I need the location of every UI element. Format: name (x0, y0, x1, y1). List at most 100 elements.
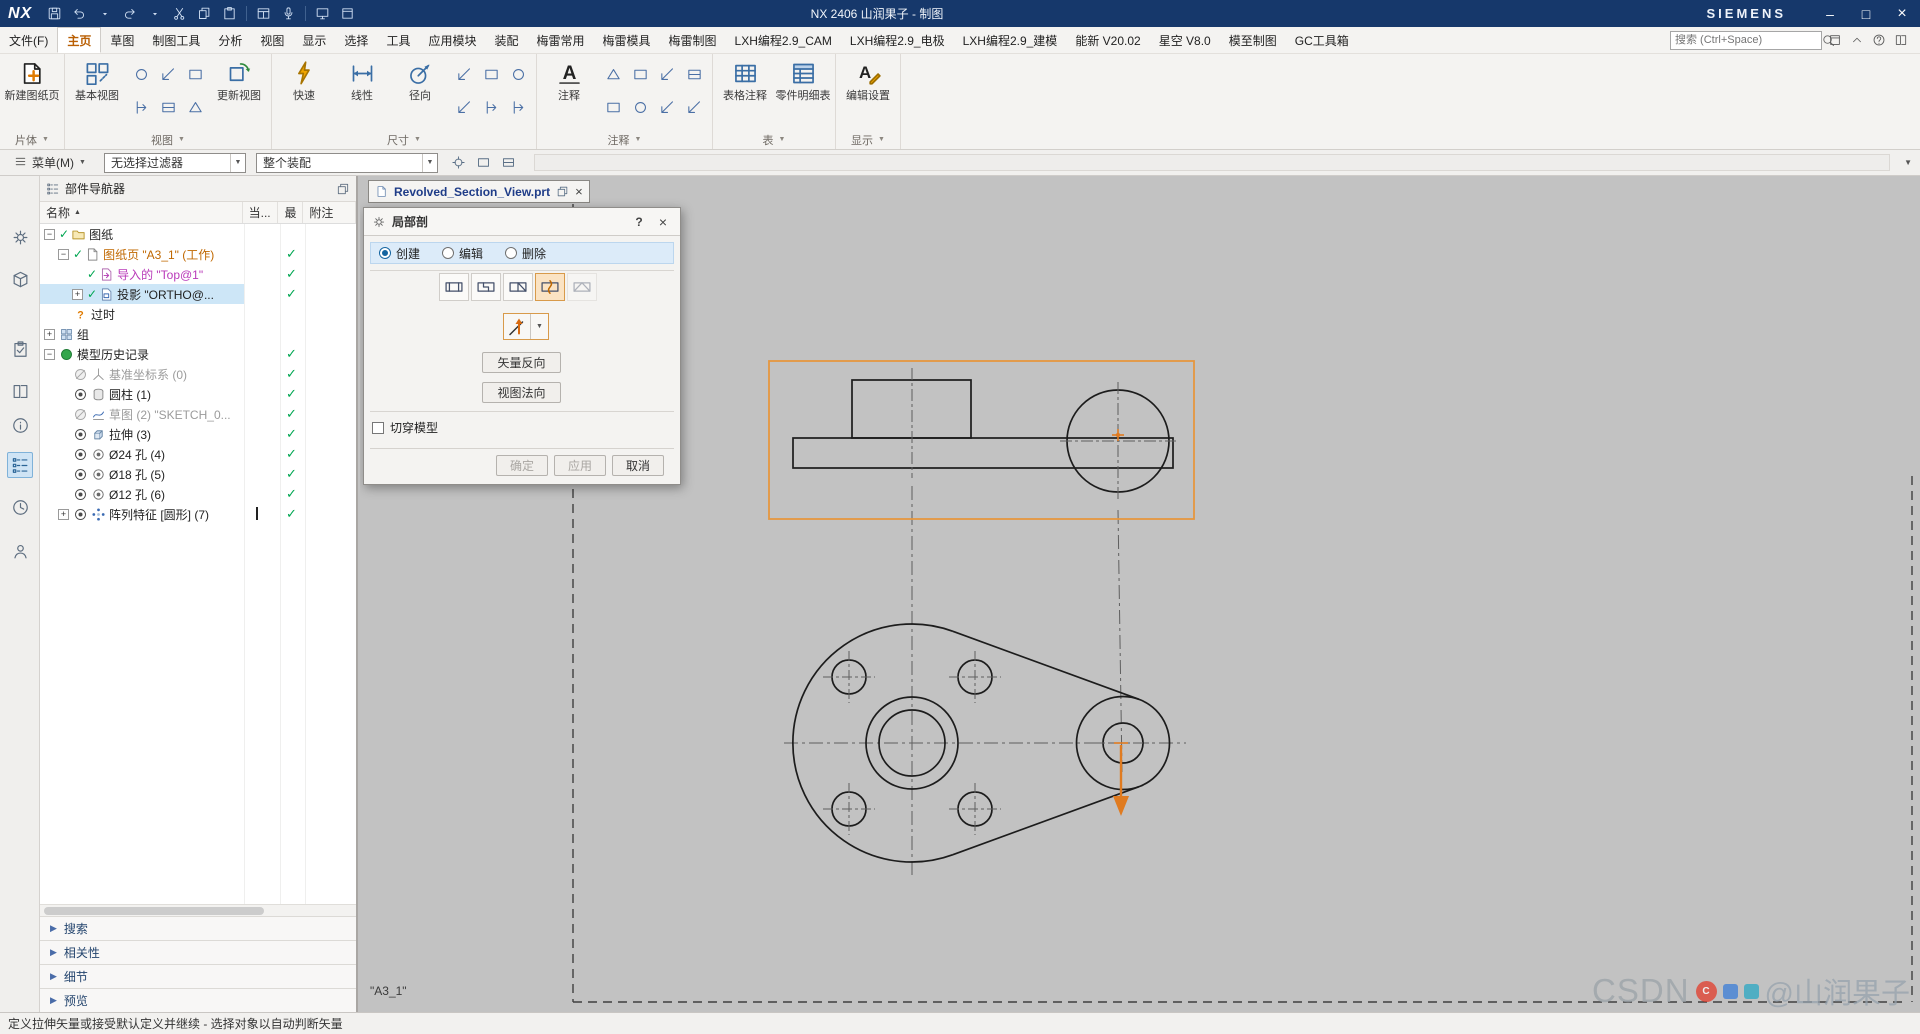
monitor-icon[interactable] (310, 3, 335, 25)
expander-minus[interactable]: − (44, 228, 55, 240)
layout-icon[interactable] (1824, 30, 1846, 50)
constraint-navigator-icon[interactable] (7, 336, 33, 362)
tab-视图[interactable]: 视图 (251, 27, 293, 53)
radio-创建[interactable]: 创建 (379, 245, 420, 262)
image-icon[interactable] (681, 92, 707, 122)
help-icon[interactable] (1868, 30, 1890, 50)
reverse-vector-button[interactable]: 矢量反向 (482, 352, 561, 373)
tab-显示[interactable]: 显示 (293, 27, 335, 53)
paste-icon[interactable] (217, 3, 242, 25)
hole-dim-icon[interactable] (505, 59, 531, 89)
dialog-titlebar[interactable]: 局部剖 ? × (364, 208, 680, 236)
tab-能新 V20.02[interactable]: 能新 V20.02 (1066, 27, 1149, 53)
tab-梅雷制图[interactable]: 梅雷制图 (660, 27, 726, 53)
section-line-icon[interactable] (439, 273, 469, 301)
tree-row[interactable]: − ✓ 图纸 (40, 224, 356, 244)
chamfer-dim-icon[interactable] (451, 92, 477, 122)
pair-icon[interactable] (498, 153, 520, 173)
expander-plus[interactable]: + (58, 508, 69, 520)
tree-row[interactable]: − 模型历史记录 ✓ (40, 344, 356, 364)
tab-制图工具[interactable]: 制图工具 (143, 27, 209, 53)
undock-panel-icon[interactable] (336, 182, 350, 196)
section-细节[interactable]: ▶ 细节 (40, 964, 356, 988)
tree-row[interactable]: 草图 (2) "SKETCH_0... ✓ (40, 404, 356, 424)
break-view-icon[interactable] (155, 92, 181, 122)
section-预览[interactable]: ▶ 预览 (40, 988, 356, 1012)
expander-plus[interactable]: + (72, 288, 83, 300)
weld-symbol-icon[interactable] (654, 59, 680, 89)
work-layer-icon[interactable] (473, 153, 495, 173)
radio-编辑[interactable]: 编辑 (442, 245, 483, 262)
selection-filter-dropdown[interactable]: 无选择过滤器 ▼ (103, 152, 246, 173)
ordinate-dim-icon[interactable] (478, 92, 504, 122)
radio-删除[interactable]: 删除 (505, 245, 546, 262)
cut-icon[interactable] (167, 3, 192, 25)
datum-feature-icon[interactable] (600, 92, 626, 122)
section-view-icon[interactable] (128, 92, 154, 122)
menu-button[interactable]: 菜单(M) ▼ (6, 152, 94, 174)
tab-选择[interactable]: 选择 (335, 27, 377, 53)
roles-icon[interactable] (7, 538, 33, 564)
tree-row[interactable]: Ø24 孔 (4) ✓ (40, 444, 356, 464)
save-icon[interactable] (42, 3, 67, 25)
window-menu-icon[interactable] (251, 3, 276, 25)
tree-row[interactable]: − ✓ 图纸页 "A3_1" (工作) ✓ (40, 244, 356, 264)
search-input[interactable] (1671, 34, 1821, 46)
history-icon[interactable] (7, 494, 33, 520)
redo-caret-icon[interactable] (142, 3, 167, 25)
tree-row[interactable]: 圆柱 (1) ✓ (40, 384, 356, 404)
tab-主页[interactable]: 主页 (57, 27, 102, 53)
scrollbar-thumb[interactable] (44, 907, 264, 915)
graphics-window[interactable]: Revolved_Section_View.prt × 局部剖 ? × 创建 编辑… (360, 176, 1920, 1012)
baseline-dim-icon[interactable] (505, 92, 531, 122)
boss-profile[interactable] (851, 379, 972, 439)
ribbon-button-线性[interactable]: 线性 (333, 55, 391, 129)
document-tab[interactable]: Revolved_Section_View.prt × (368, 180, 590, 203)
balloon-icon[interactable] (627, 59, 653, 89)
tab-LXH编程2.9_CAM[interactable]: LXH编程2.9_CAM (726, 27, 841, 53)
stepped-section-icon[interactable] (471, 273, 501, 301)
projected-view-icon[interactable] (128, 59, 154, 89)
column-header-最[interactable]: 最 (278, 202, 304, 223)
breakout-section-icon[interactable] (535, 273, 565, 301)
tab-草图[interactable]: 草图 (101, 27, 143, 53)
part-navigator-icon[interactable] (7, 452, 33, 478)
tab-装配[interactable]: 装配 (485, 27, 527, 53)
tree-row[interactable]: + ✓ 投影 "ORTHO@... ✓ (40, 284, 356, 304)
ribbon-button-注释[interactable]: A 注释 (540, 55, 598, 129)
cancel-button[interactable]: 取消 (612, 455, 664, 476)
tab-GC工具箱[interactable]: GC工具箱 (1286, 27, 1358, 53)
toolbar-options-caret[interactable]: ▼ (1904, 158, 1912, 167)
minimize-icon[interactable]: – (1812, 0, 1848, 27)
ribbon-group-label-显示[interactable]: 显示 ▼ (839, 130, 897, 149)
tab-分析[interactable]: 分析 (209, 27, 251, 53)
crosshatch-icon[interactable] (681, 59, 707, 89)
tab-LXH编程2.9_电极[interactable]: LXH编程2.9_电极 (841, 27, 954, 53)
tree-row[interactable]: 拉伸 (3) ✓ (40, 424, 356, 444)
undo-icon[interactable] (67, 3, 92, 25)
close-icon[interactable]: × (1884, 0, 1920, 27)
tree-row[interactable]: Ø12 孔 (6) ✓ (40, 484, 356, 504)
tree-row[interactable]: + 阵列特征 [圆形] (7) ✓ (40, 504, 356, 524)
section-搜索[interactable]: ▶ 搜索 (40, 916, 356, 940)
tab-LXH编程2.9_建模[interactable]: LXH编程2.9_建模 (954, 27, 1067, 53)
ribbon-button-新建图纸页[interactable]: 新建图纸页 (3, 55, 61, 129)
selection-scope-dropdown[interactable]: 整个装配 ▼ (255, 152, 438, 173)
settings-gear-icon[interactable] (7, 224, 33, 250)
collapse-ribbon-icon[interactable] (1846, 30, 1868, 50)
ribbon-group-label-表[interactable]: 表 ▼ (716, 130, 832, 149)
feature-control-frame-icon[interactable] (600, 59, 626, 89)
tree-row[interactable]: + 组 (40, 324, 356, 344)
top-view[interactable] (768, 360, 1195, 520)
tree-row[interactable]: ✓ 导入的 "Top@1" ✓ (40, 264, 356, 284)
vector-direction-button[interactable]: ▼ (503, 313, 549, 340)
tab-文件(F)[interactable]: 文件(F) (0, 27, 57, 53)
view-boundary-icon[interactable] (182, 59, 208, 89)
hd3d-tools-icon[interactable] (7, 412, 33, 438)
extrusion-vector-arrow[interactable] (1113, 742, 1129, 816)
column-header-名称[interactable]: 名称 ▲ (40, 202, 243, 223)
tab-星空 V8.0[interactable]: 星空 V8.0 (1150, 27, 1220, 53)
detail-view-icon[interactable] (155, 59, 181, 89)
favorites-icon[interactable] (1890, 30, 1912, 50)
tab-工具[interactable]: 工具 (377, 27, 419, 53)
